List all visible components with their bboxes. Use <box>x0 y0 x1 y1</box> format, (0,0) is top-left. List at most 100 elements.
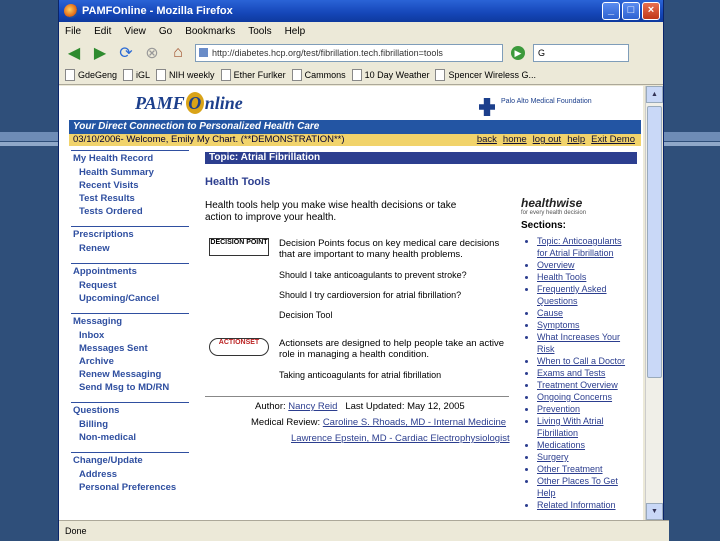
section-link[interactable]: Overview <box>537 259 631 271</box>
section-link[interactable]: Exams and Tests <box>537 367 631 379</box>
nav-link[interactable]: Inbox <box>71 329 189 342</box>
health-tools-title: Health Tools <box>205 176 271 188</box>
page-icon <box>65 69 75 81</box>
page-icon <box>220 69 231 81</box>
home-icon[interactable]: ⌂ <box>169 44 187 62</box>
scroll-up-arrow-icon[interactable]: ▲ <box>646 86 663 103</box>
vertical-scrollbar[interactable]: ▲ ▼ <box>645 86 663 520</box>
menu-edit[interactable]: Edit <box>94 26 111 37</box>
menu-bookmarks[interactable]: Bookmarks <box>185 26 235 37</box>
section-link[interactable]: Other Treatment <box>537 463 631 475</box>
url-bar[interactable]: http://diabetes.hcp.org/test/fibrillatio… <box>195 44 503 62</box>
bookmarks-toolbar: GdeGeng iGL NIH weekly Ether Furlker Cam… <box>59 66 663 85</box>
section-link[interactable]: Treatment Overview <box>537 379 631 391</box>
back-link[interactable]: back <box>477 134 497 146</box>
nav-link[interactable]: Messages Sent <box>71 342 189 355</box>
actionset-badge: ACTIONSET <box>209 338 269 356</box>
section-link[interactable]: Prevention <box>537 403 631 415</box>
navigation-toolbar: ◀ ▶ ⟳ ⊗ ⌂ http://diabetes.hcp.org/test/f… <box>59 40 663 66</box>
decision-question-2[interactable]: Should I try cardioversion for atrial fi… <box>279 290 509 300</box>
section-link[interactable]: Surgery <box>537 451 631 463</box>
section-link[interactable]: Cause <box>537 307 631 319</box>
log-out-link[interactable]: log out <box>533 134 562 146</box>
minimize-button[interactable]: _ <box>602 2 620 20</box>
section-link[interactable]: Frequently Asked Questions <box>537 283 631 307</box>
nav-link[interactable]: Request <box>71 279 189 292</box>
decision-tool-link[interactable]: Decision Tool <box>279 310 509 320</box>
nav-link[interactable]: Send Msg to MD/RN <box>71 381 189 394</box>
section-link[interactable]: What Increases Your Risk <box>537 331 631 355</box>
reviewer-link[interactable]: Caroline S. Rhoads, MD - Internal Medici… <box>323 417 506 428</box>
sections-title: Sections: <box>521 220 567 231</box>
welcome-text: 03/10/2006- Welcome, Emily My Chart. (**… <box>73 134 345 145</box>
menu-tools[interactable]: Tools <box>248 26 271 37</box>
page-content: PAMF Online Palo Alto Medical Foundation … <box>59 86 643 520</box>
maximize-button[interactable]: □ <box>622 2 640 20</box>
section-link[interactable]: Ongoing Concerns <box>537 391 631 403</box>
close-button[interactable]: × <box>642 2 660 20</box>
nav-link[interactable]: Upcoming/Cancel <box>71 292 189 305</box>
nav-link[interactable]: Health Summary <box>71 166 189 179</box>
healthwise-logo: healthwise <box>521 196 583 210</box>
menu-file[interactable]: File <box>65 26 81 37</box>
decision-question-1[interactable]: Should I take anticoagulants to prevent … <box>279 270 509 280</box>
bookmark-item[interactable]: iGL <box>123 69 150 81</box>
nav-link[interactable]: Recent Visits <box>71 179 189 192</box>
reviewer-link[interactable]: Lawrence Epstein, MD - Cardiac Electroph… <box>291 433 510 444</box>
nav-link[interactable]: Test Results <box>71 192 189 205</box>
nav-link[interactable]: Tests Ordered <box>71 205 189 218</box>
nav-link[interactable]: Renew <box>71 242 189 255</box>
bookmark-item[interactable]: 10 Day Weather <box>351 69 429 81</box>
scroll-down-arrow-icon[interactable]: ▼ <box>646 503 663 520</box>
nav-link[interactable]: Archive <box>71 355 189 368</box>
firefox-icon <box>64 4 78 18</box>
menu-help[interactable]: Help <box>285 26 306 37</box>
exit-demo-link[interactable]: Exit Demo <box>591 134 635 146</box>
section-link[interactable]: Living With Atrial Fibrillation <box>537 415 631 439</box>
menu-view[interactable]: View <box>124 26 146 37</box>
bookmark-item[interactable]: Spencer Wireless G... <box>435 69 536 81</box>
reload-icon[interactable]: ⟳ <box>117 44 135 62</box>
decision-point-desc: Decision Points focus on key medical car… <box>279 238 500 260</box>
section-link[interactable]: Other Places To Get Help <box>537 475 631 499</box>
stop-icon[interactable]: ⊗ <box>143 44 161 62</box>
section-link[interactable]: Health Tools <box>537 271 631 283</box>
actionset-desc: Actionsets are designed to help people t… <box>279 338 504 360</box>
actionset-link[interactable]: Taking anticoagulants for atrial fibrill… <box>279 370 509 380</box>
bookmark-item[interactable]: Ether Furlker <box>220 69 286 81</box>
back-arrow-icon[interactable]: ◀ <box>65 44 83 62</box>
divider <box>205 396 509 397</box>
nav-link[interactable]: Non-medical <box>71 431 189 444</box>
help-link[interactable]: help <box>567 134 585 146</box>
bookmark-item[interactable]: Cammons <box>291 69 346 81</box>
pamf-logo[interactable]: PAMF Online <box>135 92 243 114</box>
nav-link[interactable]: Address <box>71 468 189 481</box>
page-icon <box>291 69 302 81</box>
nav-heading: Questions <box>71 402 189 416</box>
forward-arrow-icon[interactable]: ▶ <box>91 44 109 62</box>
go-button[interactable]: ▶ <box>511 46 525 60</box>
section-link[interactable]: Symptoms <box>537 319 631 331</box>
section-link[interactable]: When to Call a Doctor <box>537 355 631 367</box>
nav-link[interactable]: Renew Messaging <box>71 368 189 381</box>
welcome-bar: 03/10/2006- Welcome, Emily My Chart. (**… <box>69 134 641 146</box>
status-bar: Done <box>59 520 669 541</box>
section-link[interactable]: Medications <box>537 439 631 451</box>
title-bar: PAMFOnline - Mozilla Firefox _ □ × <box>59 0 663 22</box>
cross-icon <box>479 98 495 116</box>
home-link[interactable]: home <box>503 134 527 146</box>
foundation-logo: Palo Alto Medical Foundation <box>479 98 611 116</box>
author-link[interactable]: Nancy Reid <box>288 401 337 412</box>
nav-heading: Messaging <box>71 313 189 327</box>
section-link[interactable]: Related Information <box>537 499 631 511</box>
scroll-thumb[interactable] <box>647 106 662 378</box>
bookmark-item[interactable]: GdeGeng <box>65 69 117 81</box>
decision-point-badge: DECISION POINT <box>209 238 269 256</box>
search-box[interactable]: G <box>533 44 629 62</box>
section-link[interactable]: Topic: Anticoagulants for Atrial Fibrill… <box>537 235 631 259</box>
healthwise-tagline: for every health decision <box>521 210 587 216</box>
nav-link[interactable]: Personal Preferences <box>71 481 189 494</box>
nav-link[interactable]: Billing <box>71 418 189 431</box>
menu-go[interactable]: Go <box>159 26 172 37</box>
bookmark-item[interactable]: NIH weekly <box>156 69 215 81</box>
